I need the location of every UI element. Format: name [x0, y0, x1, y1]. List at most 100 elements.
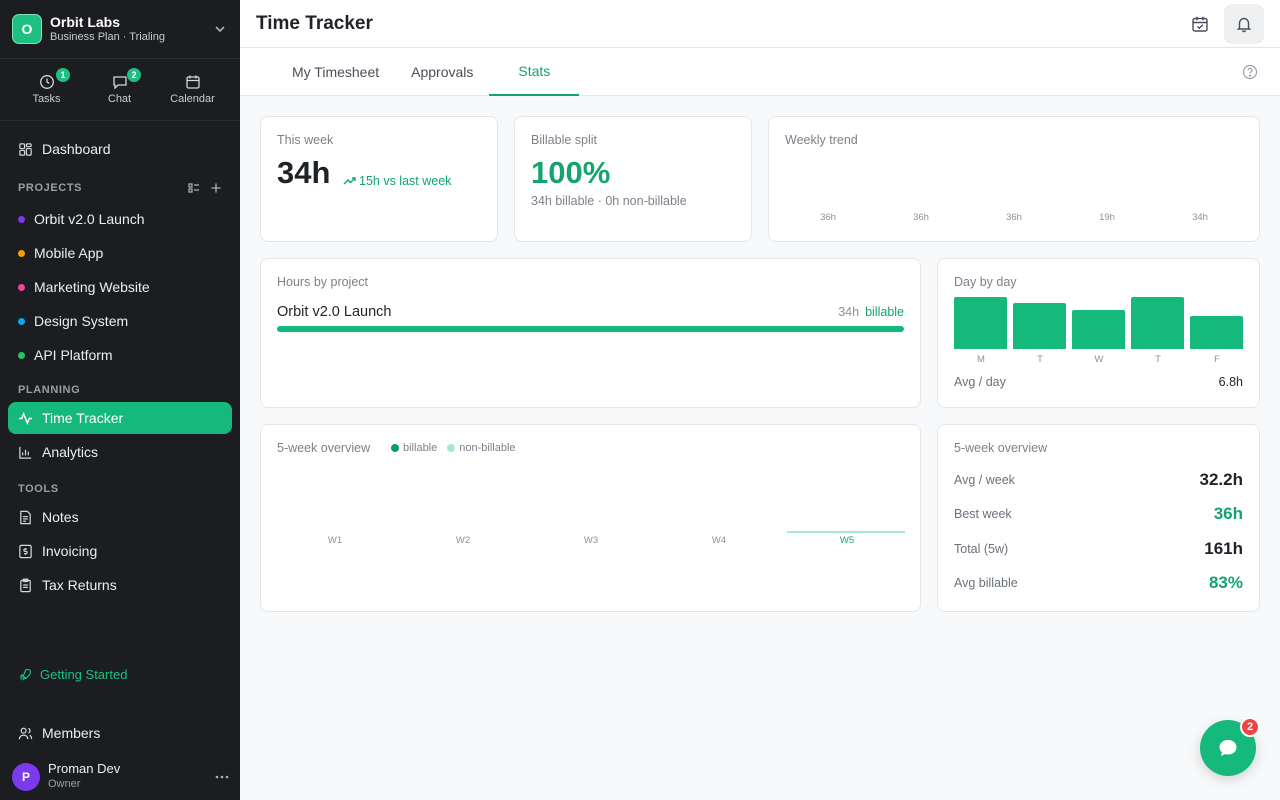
day-label: M	[977, 354, 985, 365]
day-label: T	[1155, 354, 1161, 365]
day-bar	[1072, 310, 1125, 349]
week-label: W4	[711, 535, 727, 546]
chart-legend: billable non-billable	[391, 442, 516, 454]
sidebar: O Orbit Labs Business Plan · Trialing 1 …	[0, 0, 240, 800]
top-bar: Time Tracker	[240, 0, 1280, 48]
sidebar-item-time-tracker[interactable]: Time Tracker	[8, 402, 232, 434]
tasks-badge: 1	[56, 68, 70, 82]
project-item[interactable]: Design System	[8, 305, 232, 337]
sidebar-item-dashboard[interactable]: Dashboard	[8, 133, 232, 165]
quick-label: Calendar	[170, 93, 215, 105]
more-horizontal-icon[interactable]	[214, 769, 230, 785]
project-dot	[18, 249, 25, 257]
message-circle-icon	[1219, 740, 1237, 756]
user-name: Proman Dev	[48, 761, 121, 776]
section-label: PLANNING	[18, 384, 81, 396]
card-title: Day by day	[954, 275, 1017, 289]
tab-my-timesheet[interactable]: My Timesheet	[276, 48, 395, 96]
avg-per-day-value: 6.8h	[1218, 375, 1243, 389]
notifications-button[interactable]	[1224, 3, 1264, 44]
section-projects: PROJECTS	[8, 179, 232, 197]
activity-icon	[18, 411, 33, 425]
weekly-trend-card: Weekly trend 36h 36h 36h 19h 34h	[768, 116, 1260, 242]
tasks-icon	[39, 75, 54, 89]
chat-fab-button[interactable]: 2	[1200, 717, 1260, 776]
day-by-day-card: Day by day M T W T F Avg / day 6.8h	[937, 258, 1260, 408]
card-title: This week	[277, 133, 334, 147]
clipboard-icon	[20, 578, 31, 592]
getting-started-link[interactable]: Getting Started	[18, 667, 127, 682]
sidebar-item-label: Time Tracker	[42, 410, 124, 426]
stat-value: 32.2h	[1199, 470, 1243, 489]
bell-icon	[1236, 17, 1252, 32]
stat-row: Avg billable 83%	[954, 573, 1243, 593]
rocket-icon	[19, 668, 32, 681]
day-label: T	[1037, 354, 1043, 365]
bar-chart-icon	[19, 446, 32, 459]
sidebar-item-label: Tax Returns	[42, 577, 117, 593]
this-week-delta: 15h vs last week	[343, 174, 451, 188]
sidebar-item-members[interactable]: Members	[8, 717, 232, 749]
user-profile[interactable]: P Proman Dev Owner	[12, 761, 230, 792]
stat-value: 36h	[1213, 504, 1243, 523]
chat-icon	[112, 76, 127, 90]
delta-text: 15h vs last week	[359, 174, 452, 188]
help-icon[interactable]	[1242, 64, 1258, 80]
sidebar-item-notes[interactable]: Notes	[8, 501, 232, 533]
trend-label: 36h	[820, 212, 836, 223]
calendar-button[interactable]	[1180, 4, 1220, 44]
project-name: Marketing Website	[34, 279, 150, 295]
this-week-card: This week 34h 15h vs last week	[260, 116, 498, 242]
avatar: P	[12, 762, 40, 791]
quick-label: Chat	[107, 93, 132, 105]
org-switcher[interactable]: O Orbit Labs Business Plan · Trialing	[0, 0, 240, 59]
legend-non-billable: non-billable	[447, 442, 516, 454]
stat-row: Best week 36h	[954, 504, 1243, 524]
project-dot	[18, 215, 25, 223]
project-hours-row[interactable]: Orbit v2.0 Launch 34h billable	[277, 304, 904, 320]
org-logo: O	[12, 14, 42, 44]
tab-approvals[interactable]: Approvals	[395, 48, 489, 96]
stat-row: Avg / week 32.2h	[954, 470, 1243, 490]
project-item[interactable]: Orbit v2.0 Launch	[8, 203, 232, 235]
project-item[interactable]: Marketing Website	[8, 271, 232, 303]
user-role: Owner	[48, 778, 81, 790]
avg-per-day-label: Avg / day	[954, 375, 1006, 389]
tab-stats[interactable]: Stats	[489, 48, 580, 96]
sidebar-item-tax-returns[interactable]: Tax Returns	[8, 569, 232, 601]
legend-label: billable	[403, 442, 438, 454]
day-bar	[1013, 303, 1066, 349]
trend-label: 19h	[1099, 212, 1115, 223]
project-item[interactable]: API Platform	[8, 339, 232, 371]
quick-calendar[interactable]: Calendar	[156, 59, 229, 120]
sidebar-item-invoicing[interactable]: Invoicing	[8, 535, 232, 567]
project-dot	[18, 351, 25, 359]
stat-label: Total (5w)	[954, 542, 1009, 556]
getting-started-label: Getting Started	[40, 667, 128, 682]
sidebar-item-analytics[interactable]: Analytics	[8, 436, 232, 468]
list-icon[interactable]	[188, 182, 200, 194]
plus-icon[interactable]	[210, 182, 222, 194]
billable-split-value: 100%	[531, 155, 611, 190]
this-week-value: 34h	[277, 155, 331, 190]
project-name: API Platform	[34, 347, 113, 363]
project-name: Orbit v2.0 Launch	[277, 304, 392, 320]
trend-label: 34h	[1192, 212, 1208, 223]
project-item[interactable]: Mobile App	[8, 237, 232, 269]
day-bar	[954, 297, 1007, 349]
quick-tasks[interactable]: 1 Tasks	[10, 59, 83, 120]
project-name: Mobile App	[34, 245, 104, 261]
day-bar-chart	[954, 297, 1243, 349]
stat-label: Best week	[954, 507, 1012, 521]
day-label: F	[1214, 354, 1220, 365]
stat-row: Total (5w) 161h	[954, 539, 1243, 559]
chat-fab-badge: 2	[1240, 717, 1260, 737]
quick-chat[interactable]: 2 Chat	[83, 59, 156, 120]
five-week-overview-stats-card: 5-week overview Avg / week 32.2h Best we…	[937, 424, 1260, 612]
chevron-down-icon	[215, 26, 225, 33]
quick-label: Tasks	[32, 93, 61, 105]
card-title: 5-week overview	[954, 441, 1048, 455]
trend-label: 36h	[1006, 212, 1022, 223]
calendar-check-icon	[1192, 16, 1208, 32]
sidebar-item-label: Members	[42, 725, 101, 741]
